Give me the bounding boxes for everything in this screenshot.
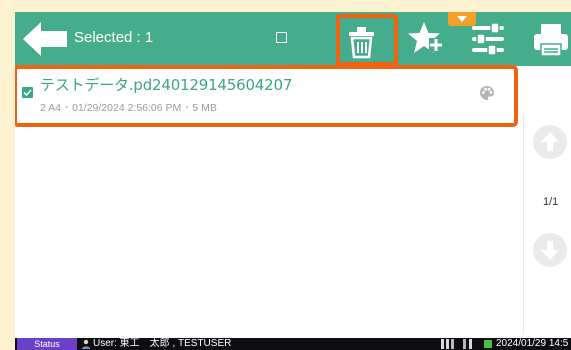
star-plus-icon (408, 22, 443, 53)
selected-count-label: Selected : 1 (74, 29, 154, 46)
back-arrow-icon (23, 22, 67, 56)
print-button[interactable] (531, 20, 571, 60)
sliders-icon (472, 22, 504, 56)
scroll-down-button[interactable] (532, 232, 568, 272)
dropdown-arrow-icon (457, 16, 467, 22)
app-screen: Selected : 1 テストデータ.pd240129145604207 2 … (15, 12, 571, 350)
arrow-up-icon (533, 125, 567, 159)
arrow-down-icon (533, 233, 567, 267)
settings-button[interactable] (469, 21, 507, 57)
delete-button-highlight (336, 14, 398, 66)
status-bar: Status User: 東工 太郎 , TESTUSER 2024/01/29… (15, 338, 571, 350)
select-all-checkbox[interactable] (276, 32, 287, 43)
network-icon (441, 339, 472, 349)
scroll-up-button[interactable] (532, 124, 568, 164)
top-toolbar: Selected : 1 (15, 12, 571, 66)
status-indicator (484, 340, 492, 348)
datetime: 2024/01/29 14:5 (496, 338, 569, 349)
selected-row-highlight (15, 65, 518, 127)
status-tab[interactable]: Status (17, 338, 77, 350)
page-indicator: 1/1 (543, 196, 559, 208)
printer-icon (534, 24, 568, 57)
back-button[interactable] (23, 22, 67, 56)
user-icon (82, 339, 90, 349)
user-label: User: 東工 太郎 , TESTUSER (93, 338, 232, 349)
favorite-button[interactable] (405, 20, 445, 58)
